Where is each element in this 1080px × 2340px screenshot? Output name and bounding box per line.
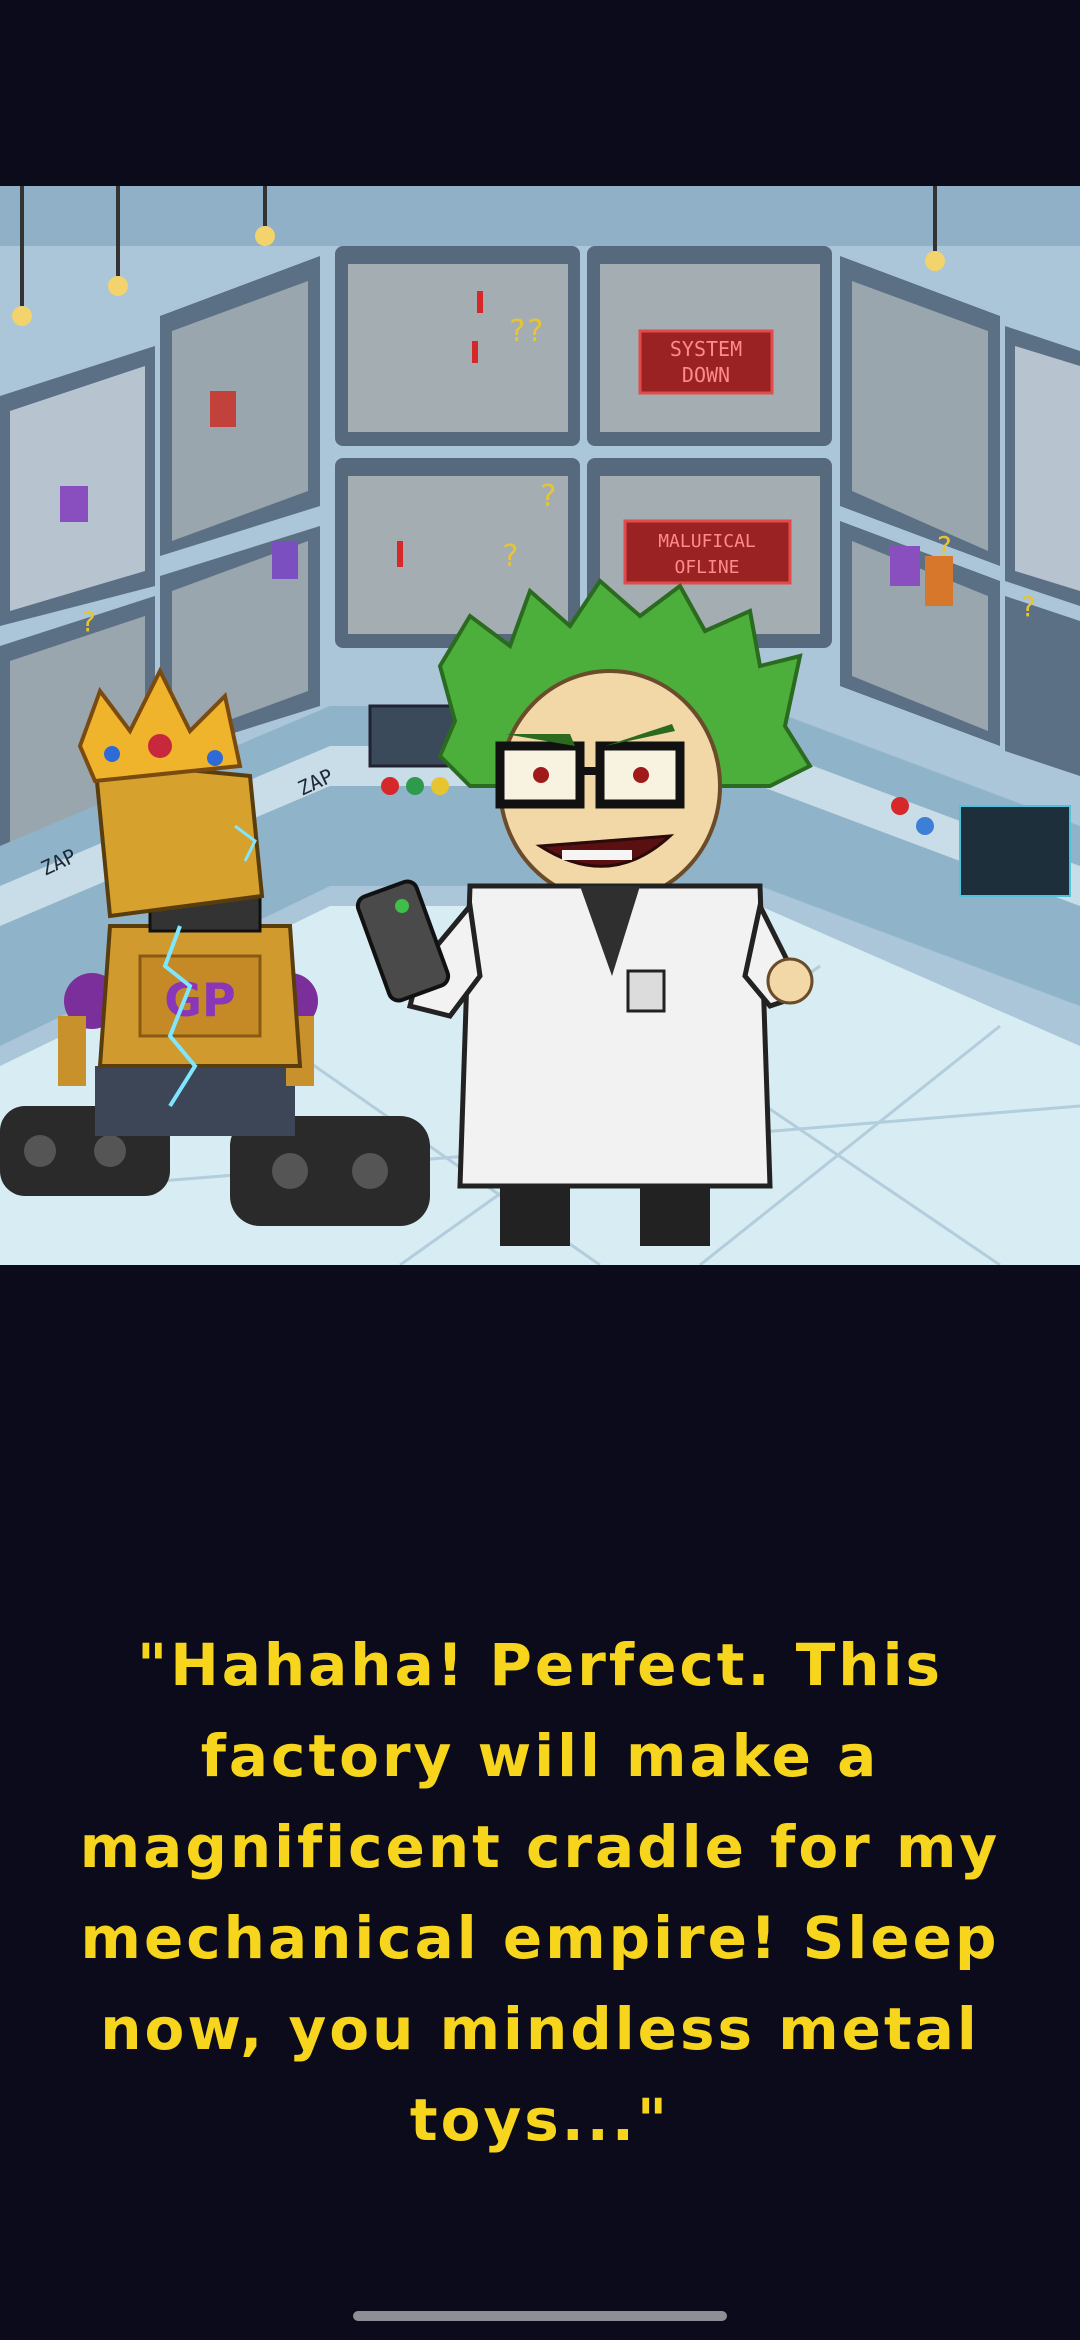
question-mark-icon: ?: [501, 539, 519, 574]
sign-line: OFLINE: [674, 557, 739, 578]
cutscene-illustration: SYSTEM DOWN MALUFICAL OFLINE ?? ? ? ? ?: [0, 186, 1080, 1265]
sign-line: DOWN: [682, 363, 730, 387]
question-mark-icon: ?: [539, 479, 557, 514]
sign-line: MALUFICAL: [658, 531, 756, 552]
sign-line: SYSTEM: [670, 337, 742, 361]
question-mark-icon: ?: [80, 605, 97, 638]
home-indicator[interactable]: [353, 2311, 727, 2321]
question-mark-icon: ??: [508, 314, 544, 349]
dialogue-text: "Hahaha! Perfect. This factory will make…: [79, 1631, 1001, 2154]
question-mark-icon: ?: [1020, 590, 1037, 623]
